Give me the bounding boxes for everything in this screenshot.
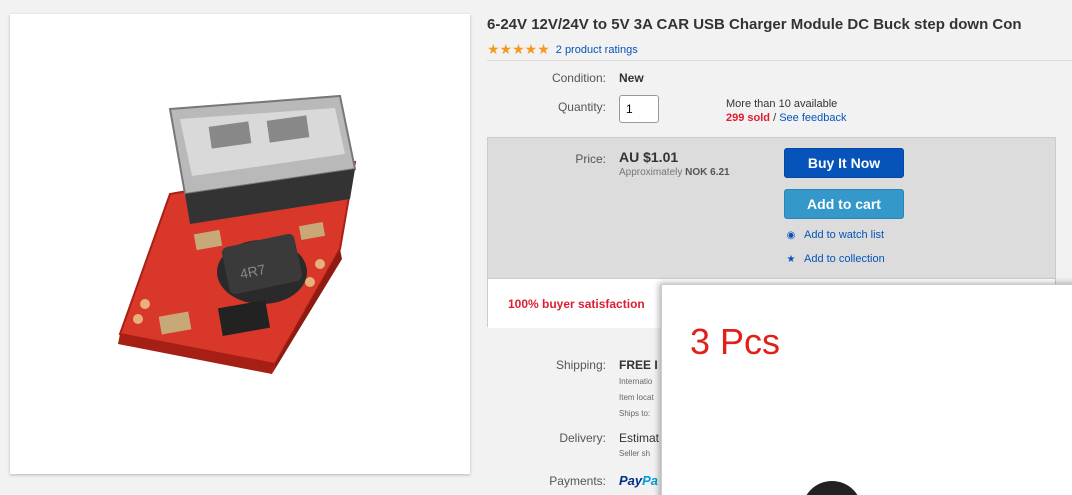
price-value: AU $1.01 (619, 149, 679, 165)
product-title: 6-24V 12V/24V to 5V 3A CAR USB Charger M… (487, 16, 1022, 33)
shipping-line-2: Item locat (619, 393, 654, 402)
eye-icon: ◉ (786, 229, 796, 241)
overlay-text: 3 Pcs (690, 321, 781, 362)
sold-count: 299 sold (726, 112, 771, 124)
price-label: Price: (575, 152, 606, 166)
add-to-cart-button[interactable]: Add to cart (784, 189, 904, 219)
shipping-line-1: Internatio (619, 377, 653, 386)
buyer-satisfaction: 100% buyer satisfaction (508, 297, 645, 311)
add-to-collection-link[interactable]: ★ Add to collection (786, 253, 885, 265)
paypal-b: Pa (642, 473, 659, 488)
overlay-product-image (802, 481, 862, 495)
see-feedback-link[interactable]: See feedback (779, 112, 846, 124)
add-to-watch-list-link[interactable]: ◉ Add to watch list (786, 229, 884, 241)
shipping-label: Shipping: (555, 358, 606, 372)
buy-it-now-button[interactable]: Buy It Now (784, 148, 904, 178)
approx-value: NOK 6.21 (685, 167, 730, 178)
delivery-value: Estimat (619, 431, 660, 445)
available-text: More than 10 available (726, 98, 838, 110)
shipping-line-3: Ships to: (619, 409, 651, 418)
usb-module-illustration: 4R7 (118, 94, 357, 374)
quantity-label: Quantity: (557, 100, 606, 114)
paypal-a: Pay (619, 473, 643, 488)
collection-label: Add to collection (804, 253, 885, 265)
delivery-label: Delivery: (559, 431, 606, 445)
availability: More than 10 available 299 sold / See fe… (726, 97, 847, 125)
divider (487, 60, 1072, 61)
image-zoom-overlay[interactable]: 3 Pcs (661, 284, 1072, 495)
condition-label: Condition: (551, 71, 606, 85)
rating: ★★★★★ 2 product ratings (487, 41, 638, 58)
product-image[interactable]: 4R7 (10, 14, 470, 474)
quantity-input[interactable] (619, 95, 659, 123)
approx-price: Approximately NOK 6.21 (619, 167, 730, 178)
shipping-value: FREE I (619, 358, 658, 372)
paypal-logo: PayPa (619, 473, 658, 488)
separator: / (773, 112, 777, 124)
star-icon: ★ (786, 253, 796, 265)
watch-list-label: Add to watch list (804, 229, 885, 241)
delivery-sub: Seller sh (619, 449, 651, 458)
payments-label: Payments: (549, 474, 606, 488)
approx-prefix: Approximately (619, 167, 683, 178)
condition-value: New (619, 71, 644, 85)
ratings-link[interactable]: 2 product ratings (556, 44, 638, 56)
star-rating-icon: ★★★★★ (487, 41, 550, 57)
